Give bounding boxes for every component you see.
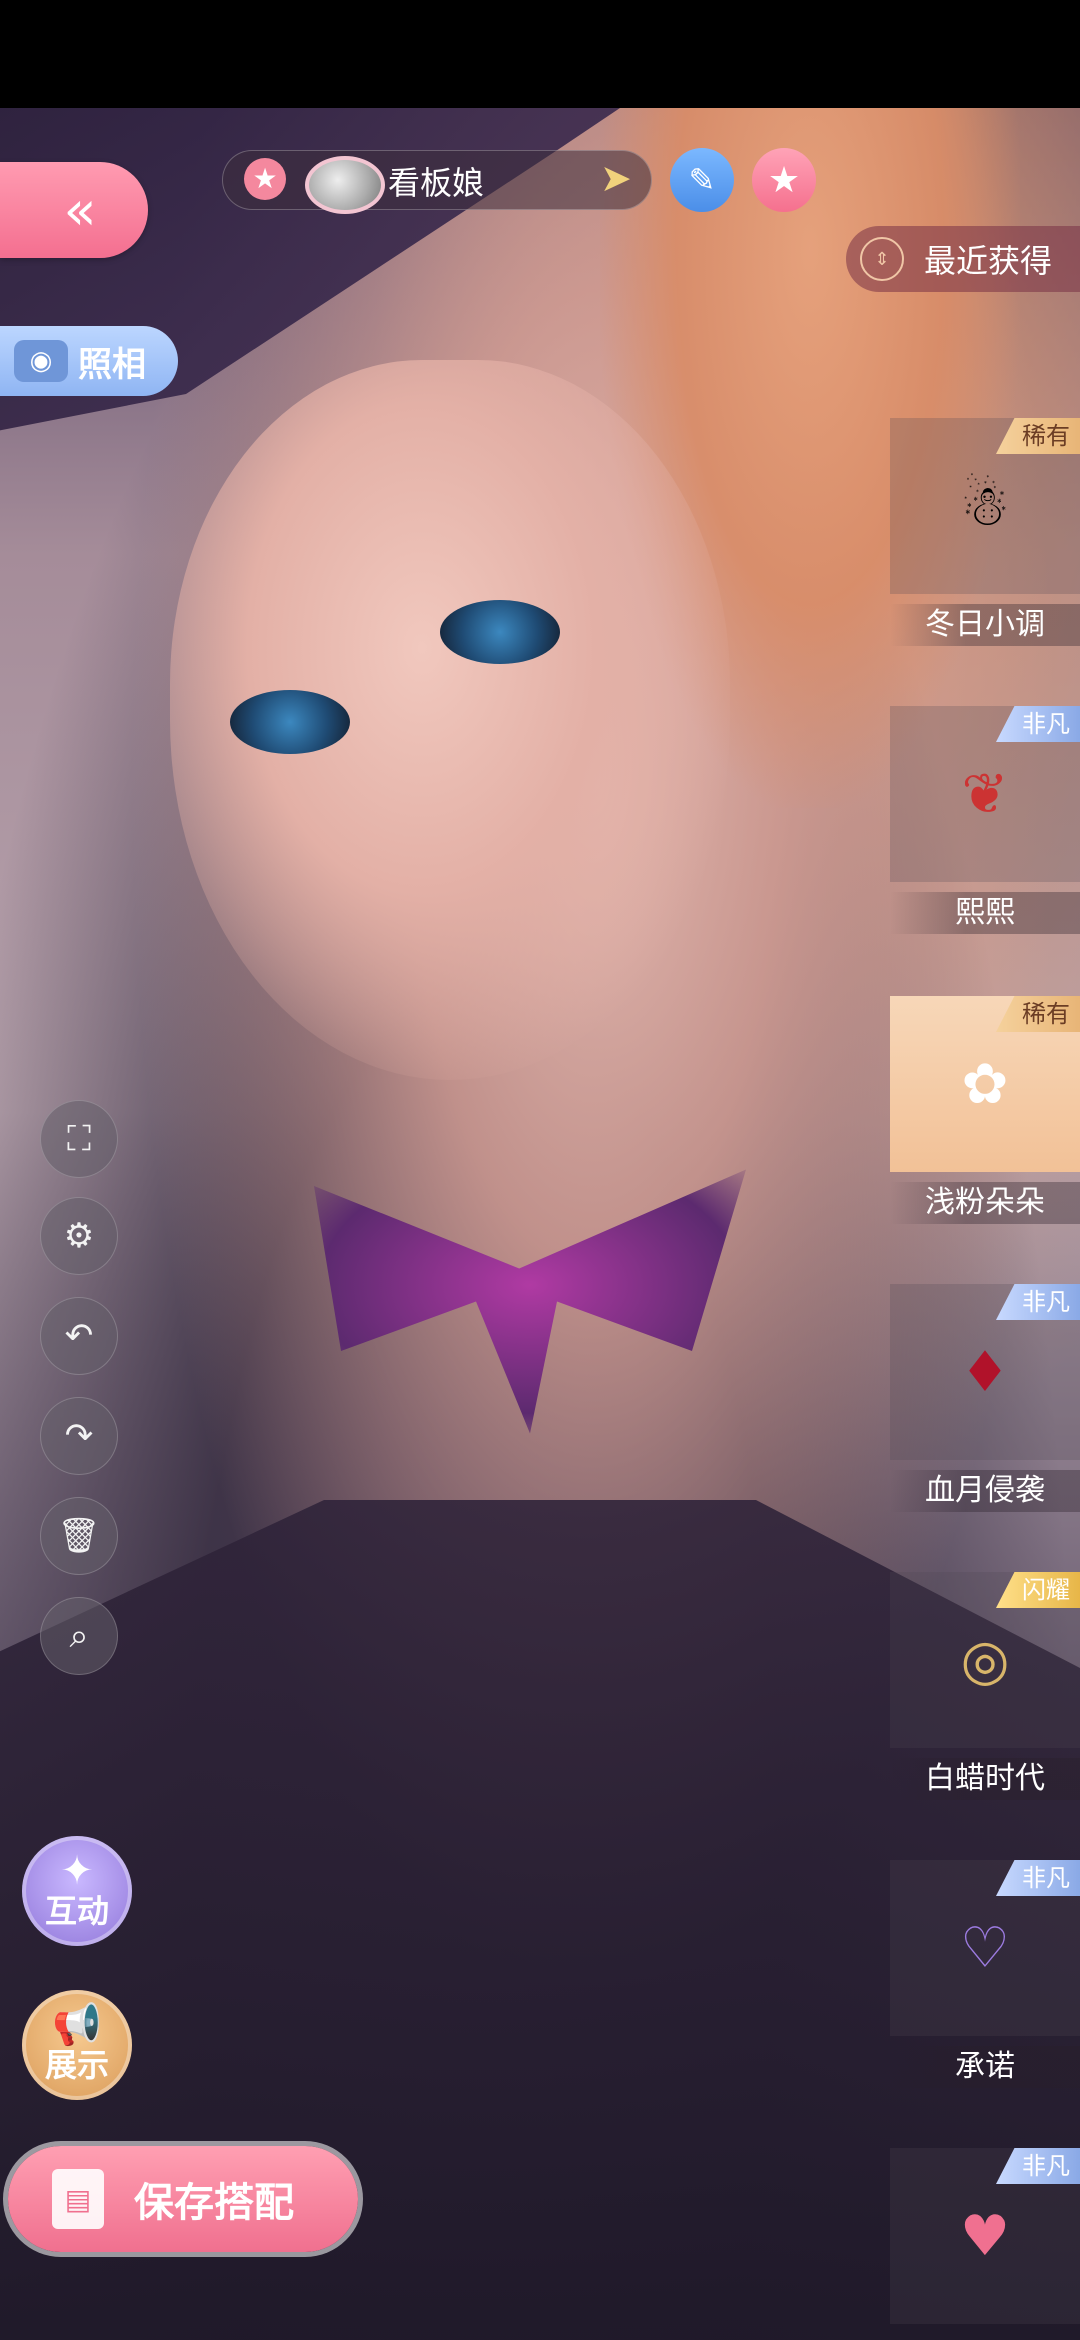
sort-updown-icon: ⇕	[860, 237, 904, 281]
diamond-icon	[305, 156, 385, 214]
double-chevron-left-icon: «	[63, 178, 96, 242]
redo-icon: ↷	[64, 1416, 94, 1456]
save-outfit-button[interactable]: ▤ 保存搭配	[8, 2146, 358, 2252]
zoom-button[interactable]: ⌕	[40, 1597, 118, 1675]
megaphone-icon: 📢	[52, 2002, 102, 2048]
interact-button[interactable]: ✦ 互动	[22, 1836, 132, 1946]
photo-button[interactable]: ◉ 照相	[0, 326, 178, 396]
save-outfit-label: 保存搭配	[134, 2180, 294, 2226]
favorite-button[interactable]: ★	[752, 148, 816, 212]
item-name: 冬日小调	[890, 604, 1080, 646]
star-icon: ★	[767, 159, 801, 201]
fullscreen-button[interactable]: ⛶	[40, 1100, 118, 1178]
undo-button[interactable]: ↶	[40, 1297, 118, 1375]
back-button[interactable]: «	[0, 162, 148, 258]
outfit-card-icon: ▤	[52, 2169, 104, 2229]
right-eye	[440, 600, 560, 664]
undo-icon: ↶	[64, 1316, 94, 1356]
sort-button[interactable]: ⇕ 最近获得	[846, 226, 1080, 292]
gear-icon: ⚙	[63, 1216, 95, 1256]
settings-button[interactable]: ⚙	[40, 1197, 118, 1275]
item-name: 承诺	[890, 2046, 1080, 2088]
photo-label: 照相	[78, 344, 146, 385]
interact-label: 互动	[44, 1892, 109, 1930]
item-name: 熙熙	[890, 892, 1080, 934]
item-card[interactable]: ☃ 稀有 冬日小调	[890, 418, 1080, 648]
character-face	[170, 360, 730, 1080]
item-card[interactable]: ♡ 非凡 承诺	[890, 1860, 1080, 2090]
item-card[interactable]: ◎ 闪耀 白蜡时代	[890, 1572, 1080, 1802]
sort-label: 最近获得	[924, 242, 1053, 280]
item-card-selected[interactable]: ✿ 稀有 浅粉朵朵	[890, 996, 1080, 1226]
magnifier-icon: ⌕	[69, 1616, 89, 1656]
trash-icon: 🗑	[57, 1516, 101, 1556]
snowflake-star-icon: ✦	[60, 1848, 94, 1894]
showcase-button[interactable]: 📢 展示	[22, 1990, 132, 2100]
delete-button[interactable]: 🗑	[40, 1497, 118, 1575]
item-card[interactable]: ♦ 非凡 血月侵袭	[890, 1284, 1080, 1514]
pencil-icon: ✎	[688, 161, 716, 199]
camera-icon: ◉	[14, 340, 68, 382]
redo-button[interactable]: ↷	[40, 1397, 118, 1475]
edit-button[interactable]: ✎	[670, 148, 734, 212]
left-eye	[230, 690, 350, 754]
item-name: 白蜡时代	[890, 1758, 1080, 1800]
fullscreen-icon: ⛶	[67, 1119, 91, 1159]
item-name: 浅粉朵朵	[890, 1182, 1080, 1224]
character-name: 看板娘	[388, 164, 485, 202]
showcase-label: 展示	[44, 2046, 109, 2084]
star-badge-icon: ★	[244, 158, 286, 200]
name-arrow-icon: ➤	[600, 156, 632, 200]
item-card[interactable]: ❦ 非凡 熙熙	[890, 706, 1080, 936]
item-card[interactable]: ♥ 非凡	[890, 2148, 1080, 2340]
item-name: 血月侵袭	[890, 1470, 1080, 1512]
